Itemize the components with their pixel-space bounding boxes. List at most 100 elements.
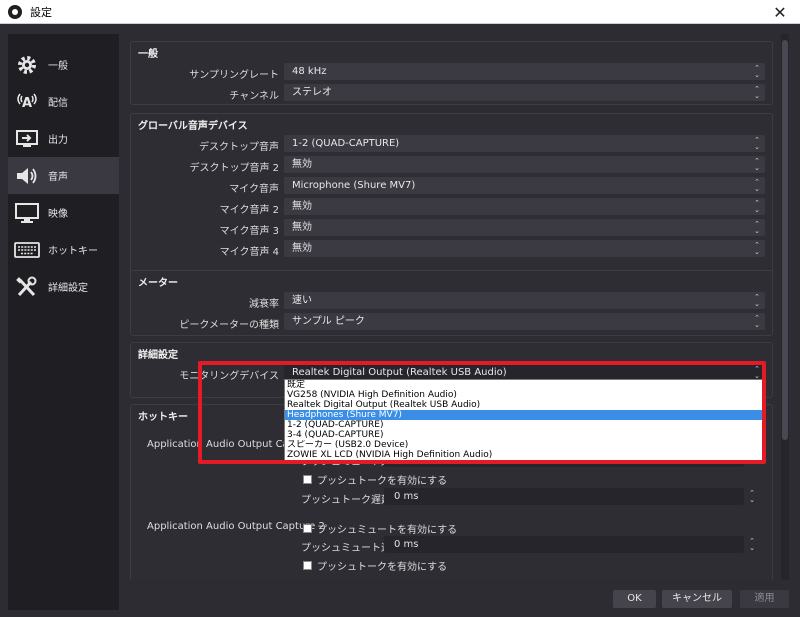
dropdown-option-selected[interactable]: Headphones (Shure MV7) (285, 410, 763, 420)
combo-arrows-icon: ⌃ ⌄ (754, 156, 760, 172)
combo-arrows-icon: ⌃ ⌄ (754, 84, 760, 100)
monitoring-device-value: Realtek Digital Output (Realtek USB Audi… (292, 367, 507, 378)
spinner-arrows-icon[interactable]: ⌃⌄ (745, 488, 759, 505)
sample-rate-select[interactable]: 48 kHz ⌃ ⌄ (284, 63, 765, 80)
desktop-audio-label: デスクトップ音声 (199, 142, 279, 153)
push-to-mute-checkbox[interactable]: プッシュミュートを有効にする (303, 521, 457, 536)
sample-rate-label: サンプリングレート (189, 70, 279, 81)
desktop-audio-select[interactable]: 1-2 (QUAD-CAPTURE) ⌃ ⌄ (284, 135, 765, 152)
mic-audio-select[interactable]: Microphone (Shure MV7) ⌃ ⌄ (284, 177, 765, 194)
sidebar-item-label: 音声 (48, 172, 68, 183)
desktop-audio-2-value: 無効 (292, 159, 312, 170)
mic-audio-value: Microphone (Shure MV7) (292, 180, 416, 191)
push-to-talk-2-label: プッシュトークを有効にする (317, 562, 448, 573)
apply-button[interactable]: 適用 (740, 590, 789, 608)
sidebar: 一般 A 配信 出力 音声 映像 ホットキー 詳細設定 (8, 34, 119, 610)
mic-audio-4-select[interactable]: 無効 ⌃ ⌄ (284, 240, 765, 257)
checkbox-box[interactable] (303, 475, 312, 484)
content-scrollbar[interactable] (781, 34, 789, 580)
keyboard-icon (12, 238, 42, 262)
dropdown-option[interactable]: 1-2 (QUAD-CAPTURE) (285, 420, 763, 430)
dropdown-option[interactable]: VG258 (NVIDIA High Definition Audio) (285, 390, 763, 400)
group-title-general: 一般 (138, 49, 158, 60)
dropdown-option[interactable]: ZOWIE XL LCD (NVIDIA High Definition Aud… (285, 450, 763, 460)
dropdown-option[interactable]: Realtek Digital Output (Realtek USB Audi… (285, 400, 763, 410)
sidebar-item-video[interactable]: 映像 (8, 194, 119, 231)
mic-audio-2-value: 無効 (292, 201, 312, 212)
push-to-talk-delay-field[interactable]: 0 ms (384, 488, 744, 505)
mic-audio-3-select[interactable]: 無効 ⌃ ⌄ (284, 219, 765, 236)
sample-rate-value: 48 kHz (292, 66, 327, 77)
spinner-arrows-icon[interactable]: ⌃⌄ (745, 536, 759, 553)
group-title-meter: メーター (138, 278, 178, 289)
cancel-button[interactable]: キャンセル (662, 590, 732, 608)
push-to-talk-delay-label: プッシュトーク遅延 (301, 495, 391, 506)
tools-icon (12, 275, 42, 299)
push-to-talk-label: プッシュトークを有効にする (317, 476, 448, 487)
settings-content: 一般 サンプリングレート 48 kHz ⌃ ⌄ チャンネル ステレオ ⌃ ⌄ グロー… (127, 34, 777, 580)
sidebar-item-audio[interactable]: 音声 (8, 157, 119, 194)
group-title-advanced: 詳細設定 (138, 350, 178, 361)
svg-text:A: A (22, 96, 32, 111)
combo-arrows-icon: ⌃ ⌄ (754, 135, 760, 151)
close-icon[interactable]: ✕ (760, 0, 800, 24)
channel-label: チャンネル (229, 91, 279, 102)
monitor-icon (12, 201, 42, 225)
checkbox-box[interactable] (303, 524, 312, 533)
sidebar-item-label: 一般 (48, 61, 68, 72)
dropdown-option[interactable]: 3-4 (QUAD-CAPTURE) (285, 430, 763, 440)
settings-window: 一般 A 配信 出力 音声 映像 ホットキー 詳細設定 一般 サンプリングレート… (0, 24, 800, 617)
output-icon (12, 127, 42, 151)
combo-arrows-icon: ⌃ ⌄ (754, 219, 760, 235)
mic-audio-2-label: マイク音声 2 (219, 205, 279, 216)
sidebar-item-label: 配信 (48, 98, 68, 109)
obs-logo-icon (8, 4, 22, 19)
gear-icon (12, 53, 42, 77)
push-to-talk-checkbox[interactable]: プッシュトークを有効にする (303, 472, 447, 487)
channel-select[interactable]: ステレオ ⌃ ⌄ (284, 84, 765, 101)
checkbox-box[interactable] (303, 561, 312, 570)
sidebar-item-advanced[interactable]: 詳細設定 (8, 268, 119, 305)
meter-group: メーター 減衰率 速い ⌃ ⌄ ピークメーターの種類 サンプル ピーク ⌃ ⌄ (130, 270, 773, 336)
push-mute-delay-2-field[interactable]: 0 ms (384, 536, 744, 553)
sidebar-item-label: 詳細設定 (48, 283, 88, 294)
general-group: 一般 サンプリングレート 48 kHz ⌃ ⌄ チャンネル ステレオ ⌃ ⌄ (130, 41, 773, 105)
sidebar-item-label: 映像 (48, 209, 68, 220)
ok-button[interactable]: OK (613, 590, 656, 608)
dropdown-option[interactable]: スピーカー (USB2.0 Device) (285, 440, 763, 450)
combo-arrows-icon: ⌃ ⌄ (754, 63, 760, 79)
mic-audio-label: マイク音声 (229, 184, 279, 195)
dropdown-option[interactable]: 既定 (285, 380, 763, 390)
group-title-global-audio: グローバル音声デバイス (138, 121, 248, 132)
sidebar-item-hotkeys[interactable]: ホットキー (8, 231, 119, 268)
combo-arrows-icon: ⌃ ⌄ (754, 292, 760, 308)
peak-meter-type-value: サンプル ピーク (292, 316, 365, 327)
monitoring-device-dropdown[interactable]: 既定 VG258 (NVIDIA High Definition Audio) … (284, 379, 764, 461)
peak-meter-type-select[interactable]: サンプル ピーク ⌃ ⌄ (284, 313, 765, 330)
combo-arrows-icon: ⌃ ⌄ (754, 198, 760, 214)
broadcast-icon: A (12, 90, 42, 114)
decay-rate-select[interactable]: 速い ⌃ ⌄ (284, 292, 765, 309)
mic-audio-4-value: 無効 (292, 243, 312, 254)
peak-meter-type-label: ピークメーターの種類 (179, 320, 279, 331)
desktop-audio-2-select[interactable]: 無効 ⌃ ⌄ (284, 156, 765, 173)
desktop-audio-2-label: デスクトップ音声 2 (189, 163, 279, 174)
mic-audio-3-value: 無効 (292, 222, 312, 233)
sidebar-item-output[interactable]: 出力 (8, 120, 119, 157)
sidebar-item-label: ホットキー (48, 246, 98, 257)
channel-value: ステレオ (292, 87, 332, 98)
sidebar-item-general[interactable]: 一般 (8, 46, 119, 83)
sidebar-item-stream[interactable]: A 配信 (8, 83, 119, 120)
speaker-icon (12, 164, 42, 188)
combo-arrows-icon: ⌃ ⌄ (754, 240, 760, 256)
sidebar-item-label: 出力 (48, 135, 68, 146)
mic-audio-3-label: マイク音声 3 (219, 226, 279, 237)
decay-rate-label: 減衰率 (249, 299, 279, 310)
group-title-hotkeys: ホットキー (138, 412, 188, 423)
push-to-talk-2-checkbox[interactable]: プッシュトークを有効にする (303, 558, 447, 573)
mic-audio-4-label: マイク音声 4 (219, 247, 279, 258)
scrollbar-thumb[interactable] (782, 40, 788, 440)
title-bar: 設定 ✕ (0, 0, 800, 24)
mic-audio-2-select[interactable]: 無効 ⌃ ⌄ (284, 198, 765, 215)
desktop-audio-value: 1-2 (QUAD-CAPTURE) (292, 138, 400, 149)
